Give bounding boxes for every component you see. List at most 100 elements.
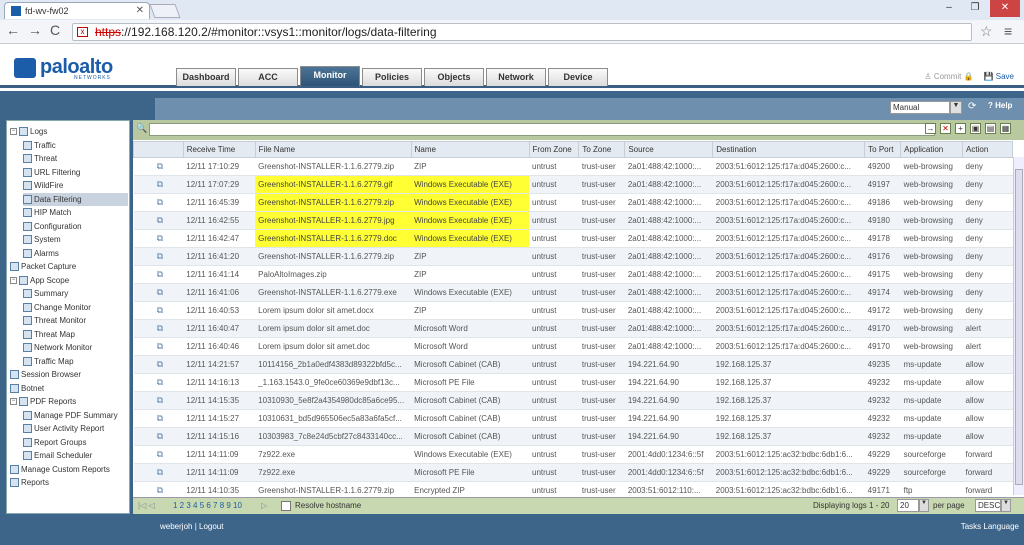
column-header[interactable]: From Zone [528, 141, 580, 158]
sidebar-item[interactable]: Email Scheduler [23, 449, 128, 462]
sidebar-item[interactable]: Threat Map [23, 328, 128, 341]
table-row[interactable]: ⧉ 12/11 14:11:09 7z922.exe Microsoft PE Fil… [133, 463, 1013, 482]
tab-network[interactable]: Network [486, 68, 546, 86]
tab-objects[interactable]: Objects [424, 68, 484, 86]
detail-view-icon[interactable]: ⧉ [133, 265, 184, 284]
expand-toggle-icon[interactable]: − [10, 128, 17, 135]
reload-icon[interactable]: C [50, 22, 60, 38]
table-row[interactable]: ⧉ 12/11 14:11:09 7z922.exe Windows Executab… [133, 445, 1013, 464]
sidebar-item[interactable]: − Logs [10, 125, 128, 138]
browser-tab[interactable]: fd-wv-fw02 ✕ [4, 2, 150, 19]
minimize-icon[interactable]: – [936, 0, 962, 17]
sidebar-item[interactable]: Traffic [23, 139, 128, 152]
save-filter-icon[interactable]: ▣ [970, 123, 981, 134]
detail-view-icon[interactable]: ⧉ [133, 337, 184, 356]
first-prev-page-icon[interactable]: |◁ ◁ [138, 501, 155, 510]
sidebar-item[interactable]: Data Filtering [23, 192, 128, 206]
maximize-icon[interactable]: ❐ [962, 0, 988, 17]
table-row[interactable]: ⧉ 12/11 16:42:55 Greenshot-INSTALLER-1.1.6… [133, 211, 1013, 230]
sidebar-item[interactable]: Manage Custom Reports [10, 463, 128, 476]
table-row[interactable]: ⧉ 12/11 16:41:20 Greenshot-INSTALLER-1.1.6… [133, 247, 1013, 266]
chevron-down-icon[interactable]: ▼ [950, 101, 962, 114]
column-header[interactable]: Receive Time [182, 141, 256, 158]
close-tab-icon[interactable]: ✕ [136, 5, 144, 16]
sidebar-item[interactable]: System [23, 233, 128, 246]
detail-view-icon[interactable]: ⧉ [133, 391, 184, 410]
table-row[interactable]: ⧉ 12/11 14:16:13 _1.163.1543.0_9fe0ce60369… [133, 373, 1013, 392]
sidebar-item[interactable]: Reports [10, 476, 128, 489]
export-icon[interactable]: ▦ [1000, 123, 1011, 134]
sidebar-item[interactable]: Packet Capture [10, 260, 128, 273]
column-header[interactable]: Source [624, 141, 714, 158]
column-header[interactable]: Name [410, 141, 530, 158]
new-tab-button[interactable] [149, 4, 181, 18]
table-row[interactable]: ⧉ 12/11 14:15:16 10303983_7c8e24d5cbf27c84… [133, 427, 1013, 446]
table-row[interactable]: ⧉ 12/11 16:40:53 Lorem ipsum dolor sit ame… [133, 301, 1013, 320]
detail-view-icon[interactable]: ⧉ [133, 283, 184, 302]
detail-view-icon[interactable]: ⧉ [133, 229, 184, 248]
column-header[interactable]: File Name [254, 141, 412, 158]
sidebar-item[interactable]: WildFire [23, 179, 128, 192]
tasks-link[interactable]: Tasks [961, 522, 981, 531]
save-button[interactable]: 💾 Save [984, 72, 1014, 81]
detail-view-icon[interactable]: ⧉ [133, 373, 184, 392]
detail-view-icon[interactable]: ⧉ [133, 301, 184, 320]
table-row[interactable]: ⧉ 12/11 17:07:29 Greenshot-INSTALLER-1.1.6… [133, 175, 1013, 194]
refresh-icon[interactable]: ⟳ [968, 101, 980, 113]
sidebar-item[interactable]: Alarms [23, 247, 128, 260]
column-header[interactable]: Action [962, 141, 1013, 158]
table-row[interactable]: ⧉ 12/11 16:41:14 PaloAltoImages.zip ZIP untr… [133, 265, 1013, 284]
detail-view-icon[interactable]: ⧉ [133, 445, 184, 464]
sidebar-item[interactable]: URL Filtering [23, 166, 128, 179]
detail-view-icon[interactable]: ⧉ [133, 211, 184, 230]
logout-link[interactable]: Logout [199, 522, 223, 531]
add-filter-icon[interactable]: + [955, 123, 966, 134]
table-row[interactable]: ⧉ 12/11 14:15:35 10310930_5e8f2a4354980dc8… [133, 391, 1013, 410]
table-row[interactable]: ⧉ 12/11 16:40:47 Lorem ipsum dolor sit ame… [133, 319, 1013, 338]
expand-toggle-icon[interactable]: − [10, 398, 17, 405]
clear-filter-icon[interactable]: ✕ [940, 123, 951, 134]
sidebar-item[interactable]: Traffic Map [23, 355, 128, 368]
sort-order-select[interactable]: DESC [975, 499, 1001, 512]
tab-device[interactable]: Device [548, 68, 608, 86]
per-page-select[interactable]: 20 [897, 499, 919, 512]
page-links[interactable]: 1 2 3 4 5 6 7 8 9 10 [173, 501, 242, 510]
tab-policies[interactable]: Policies [362, 68, 422, 86]
sidebar-item[interactable]: HIP Match [23, 206, 128, 219]
filter-input[interactable] [149, 123, 935, 136]
tab-acc[interactable]: ACC [238, 68, 298, 86]
chevron-down-icon[interactable]: ▼ [919, 499, 929, 512]
sidebar-item[interactable]: Network Monitor [23, 341, 128, 354]
sidebar-item[interactable]: Change Monitor [23, 301, 128, 314]
sidebar-item[interactable]: Manage PDF Summary [23, 409, 128, 422]
detail-view-icon[interactable]: ⧉ [133, 193, 184, 212]
column-header[interactable] [133, 141, 184, 158]
detail-view-icon[interactable]: ⧉ [133, 247, 184, 266]
sidebar-item[interactable]: Session Browser [10, 368, 128, 381]
detail-view-icon[interactable]: ⧉ [133, 355, 184, 374]
sidebar-item[interactable]: Threat [23, 152, 128, 165]
url-input[interactable]: x https://192.168.120.2/#monitor::vsys1:… [72, 23, 972, 41]
close-window-icon[interactable]: ✕ [990, 0, 1020, 17]
tab-monitor[interactable]: Monitor [300, 66, 360, 86]
sidebar-item[interactable]: − App Scope [10, 274, 128, 287]
sidebar-item[interactable]: Botnet [10, 382, 128, 395]
next-page-icon[interactable]: ▷ [261, 501, 267, 510]
language-link[interactable]: Language [983, 522, 1019, 531]
detail-view-icon[interactable]: ⧉ [133, 463, 184, 482]
table-row[interactable]: ⧉ 12/11 16:41:06 Greenshot-INSTALLER-1.1.6… [133, 283, 1013, 302]
back-icon[interactable]: ← [6, 22, 20, 38]
sidebar-item[interactable]: Threat Monitor [23, 314, 128, 327]
sidebar-item[interactable]: User Activity Report [23, 422, 128, 435]
refresh-mode-select[interactable]: Manual [890, 101, 950, 114]
table-row[interactable]: ⧉ 12/11 17:10:29 Greenshot-INSTALLER-1.1.6… [133, 157, 1013, 176]
scrollbar[interactable] [1013, 157, 1024, 495]
forward-icon[interactable]: → [28, 22, 42, 38]
table-row[interactable]: ⧉ 12/11 14:21:57 10114156_2b1a0edf4383d893… [133, 355, 1013, 374]
detail-view-icon[interactable]: ⧉ [133, 157, 184, 176]
column-header[interactable]: To Port [864, 141, 902, 158]
apply-filter-icon[interactable]: → [925, 123, 936, 134]
commit-button[interactable]: ♙ Commit 🔒 [924, 72, 973, 81]
bookmark-star-icon[interactable]: ☆ [980, 23, 993, 40]
chevron-down-icon[interactable]: ▼ [1001, 499, 1011, 512]
